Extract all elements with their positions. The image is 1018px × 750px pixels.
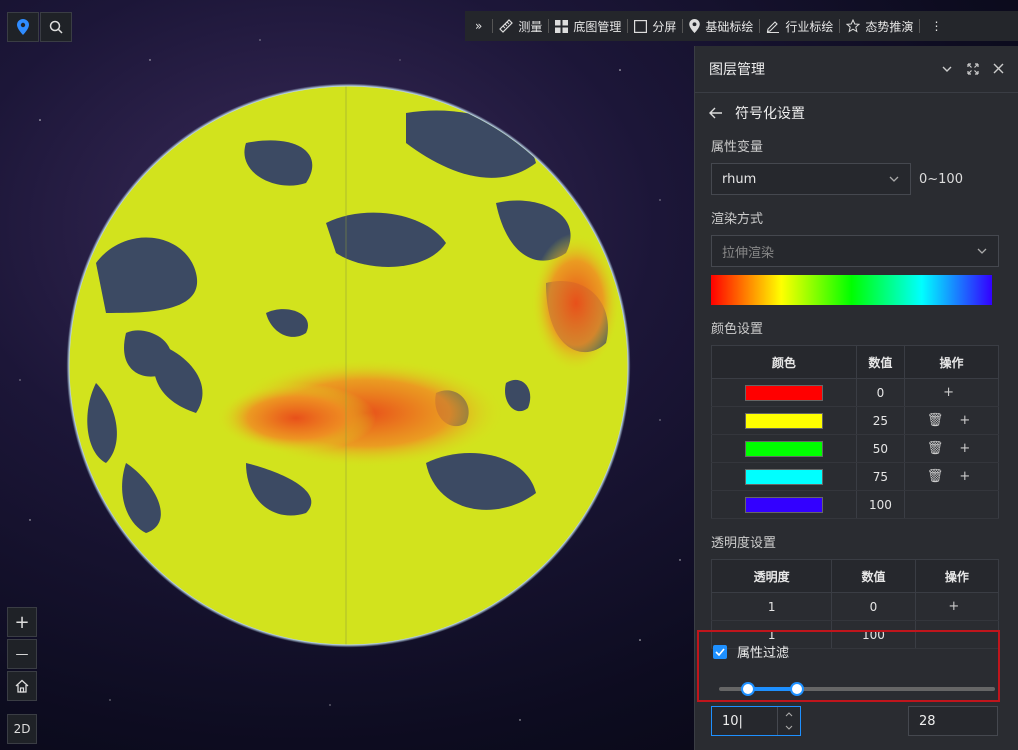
color-ramp-preview <box>711 275 992 305</box>
split-screen-button[interactable]: 分屏 <box>628 11 682 41</box>
symbolization-title: 符号化设置 <box>735 106 805 122</box>
home-button[interactable] <box>7 671 37 701</box>
zoom-out-button[interactable]: — <box>7 639 37 669</box>
fullscreen-icon[interactable] <box>967 63 979 75</box>
mode-2d-button[interactable]: 2D <box>7 714 37 744</box>
basic-plot-button[interactable]: 基础标绘 <box>683 11 759 41</box>
row-actions[interactable]: + <box>904 378 999 407</box>
chevron-down-icon[interactable] <box>941 63 953 75</box>
chevron-down-icon <box>977 248 987 254</box>
measure-button[interactable]: 测量 <box>493 11 548 41</box>
situation-deduction-button[interactable]: 态势推演 <box>840 11 919 41</box>
number-stepper[interactable] <box>777 707 800 735</box>
panel-title: 图层管理 <box>709 62 765 78</box>
globe-render <box>66 83 631 648</box>
attr-variable-label: 属性变量 <box>711 139 764 155</box>
color-swatch[interactable] <box>744 468 823 485</box>
opacity-settings-label: 透明度设置 <box>711 535 777 551</box>
chevron-down-icon <box>889 176 899 182</box>
row-actions[interactable]: 🗑 + <box>904 462 999 491</box>
square-icon <box>634 19 648 33</box>
star-icon <box>846 19 861 33</box>
more-button[interactable]: ⋮ <box>920 11 952 41</box>
ruler-icon <box>499 19 514 33</box>
location-button[interactable] <box>7 12 39 42</box>
globe-view[interactable] <box>66 83 631 648</box>
top-toolbar: » 测量 底图管理 分屏 基础标绘 行业标绘 态势推演 ⋮ <box>465 11 1018 41</box>
pen-icon <box>767 21 780 33</box>
home-icon <box>15 679 29 693</box>
range-slider-min-handle[interactable] <box>740 682 755 696</box>
location-pin-icon <box>689 19 701 33</box>
attr-variable-select[interactable]: rhum <box>711 163 911 195</box>
symbolization-header: 符号化设置 <box>695 93 1018 133</box>
toolbar-expand-button[interactable]: » <box>465 11 492 41</box>
color-swatch[interactable] <box>744 496 823 513</box>
table-row: 1 0 + <box>710 592 1000 621</box>
zoom-in-button[interactable]: + <box>7 607 37 637</box>
color-table: 颜色 数值 操作 0 + 25 🗑 + 50 🗑 + 75 🗑 + 100 <box>711 345 999 519</box>
row-actions[interactable]: 🗑 + <box>904 434 999 463</box>
basemap-manage-button[interactable]: 底图管理 <box>549 11 627 41</box>
search-button[interactable] <box>40 12 72 42</box>
filter-min-input[interactable]: 10 | <box>711 706 801 736</box>
table-row: 50 🗑 + <box>711 434 999 463</box>
range-slider-max-handle[interactable] <box>790 682 805 696</box>
render-mode-select[interactable]: 拉伸渲染 <box>711 235 999 267</box>
grid-icon <box>555 19 569 33</box>
color-swatch[interactable] <box>744 384 823 401</box>
search-icon <box>49 20 63 34</box>
table-row: 75 🗑 + <box>711 462 999 491</box>
layer-manage-panel: 图层管理 符号化设置 属性变量 rhum 0~100 渲染方式 拉伸渲染 颜色设… <box>694 46 1018 750</box>
render-mode-label: 渲染方式 <box>711 211 764 227</box>
back-arrow-icon[interactable] <box>709 107 723 119</box>
industry-plot-button[interactable]: 行业标绘 <box>760 11 839 41</box>
row-actions[interactable]: + <box>914 592 1000 621</box>
chevron-down-icon[interactable] <box>778 721 800 735</box>
attribute-filter-checkbox[interactable] <box>713 644 727 659</box>
attr-range-text: 0~100 <box>919 171 963 187</box>
check-icon <box>715 647 725 656</box>
chevron-up-icon[interactable] <box>778 707 800 721</box>
color-swatch[interactable] <box>744 412 823 429</box>
close-icon[interactable] <box>993 63 1004 74</box>
attribute-filter-label: 属性过滤 <box>737 646 790 661</box>
range-slider[interactable] <box>719 682 995 696</box>
attribute-filter-section: 属性过滤 <box>697 630 1000 702</box>
table-row: 100 <box>711 490 999 519</box>
panel-header: 图层管理 <box>695 46 1018 93</box>
color-settings-label: 颜色设置 <box>711 321 764 337</box>
table-row: 25 🗑 + <box>711 406 999 435</box>
row-actions <box>904 490 999 519</box>
location-pin-icon <box>17 19 29 35</box>
row-actions[interactable]: 🗑 + <box>904 406 999 435</box>
color-swatch[interactable] <box>744 440 823 457</box>
filter-max-input[interactable]: 28 <box>908 706 998 736</box>
table-row: 0 + <box>711 378 999 407</box>
